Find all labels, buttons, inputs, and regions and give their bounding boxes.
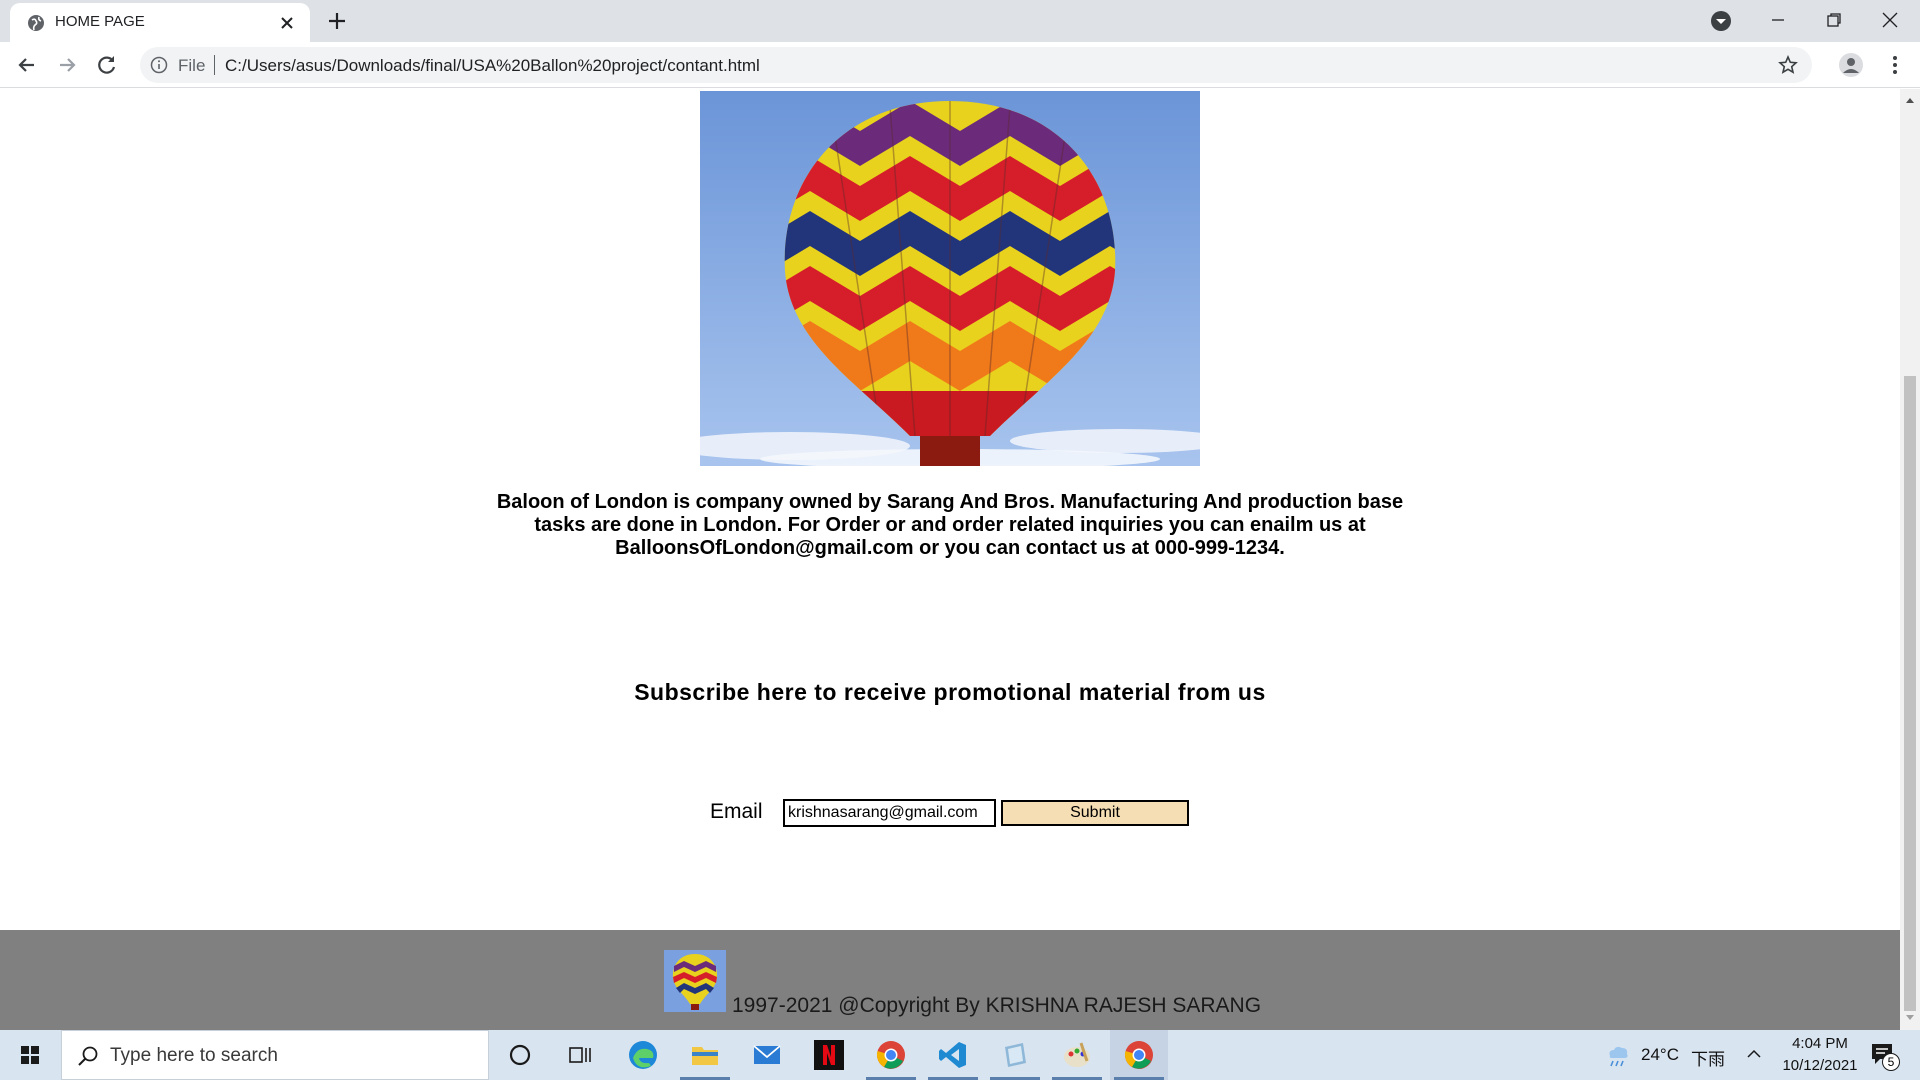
close-icon (1882, 12, 1898, 28)
paint-icon (1064, 1042, 1090, 1067)
scroll-up-arrow-icon[interactable] (1900, 93, 1920, 107)
balloon-logo (664, 950, 726, 1012)
weather-condition[interactable]: 下雨 (1691, 1045, 1725, 1070)
page-viewport: Baloon of London is company owned by Sar… (0, 89, 1900, 1030)
clock-time[interactable]: 4:04 PM (1780, 1035, 1860, 1052)
tab-search-icon[interactable] (1710, 10, 1732, 32)
taskbar-mail[interactable] (738, 1030, 796, 1080)
minimize-button[interactable] (1750, 0, 1806, 40)
task-view-button[interactable] (551, 1030, 609, 1080)
url-text[interactable]: C:/Users/asus/Downloads/final/USA%20Ball… (225, 56, 760, 76)
windows-taskbar: Type here to search 24°C 下雨 4:04 PM 10/1… (0, 1030, 1920, 1080)
weather-temperature[interactable]: 24°C (1641, 1045, 1679, 1065)
tab-title: HOME PAGE (55, 13, 145, 30)
email-label: Email (710, 800, 763, 823)
folder-icon (692, 1047, 718, 1065)
taskbar-vscode[interactable] (924, 1030, 982, 1080)
hot-air-balloon-image (700, 91, 1200, 466)
taskbar-chrome[interactable] (862, 1030, 920, 1080)
edge-browser-icon (629, 1041, 657, 1069)
cortana-icon (509, 1044, 531, 1066)
restore-icon (1827, 13, 1841, 27)
scheme-label: File (178, 56, 206, 75)
email-field[interactable] (783, 799, 996, 827)
weather-rain-icon[interactable] (1603, 1042, 1631, 1070)
bookmark-star-icon[interactable] (1778, 55, 1798, 75)
browser-menu-icon[interactable] (1882, 52, 1908, 78)
address-bar[interactable]: File C:/Users/asus/Downloads/final/USA%2… (140, 47, 1812, 83)
taskbar-search-box[interactable]: Type here to search (61, 1030, 489, 1080)
mail-icon (753, 1045, 781, 1064)
url-separator (214, 55, 215, 75)
taskbar-netflix[interactable] (800, 1030, 858, 1080)
minimize-icon (1772, 19, 1784, 21)
browser-toolbar: File C:/Users/asus/Downloads/final/USA%2… (0, 42, 1920, 88)
subscribe-heading: Subscribe here to receive promotional ma… (634, 679, 1266, 705)
chrome-icon (876, 1041, 905, 1069)
notification-count-badge: 5 (1882, 1053, 1900, 1071)
new-tab-icon[interactable] (325, 9, 349, 33)
search-icon (78, 1046, 98, 1066)
tab-strip: HOME PAGE (0, 0, 1920, 42)
tab-home-page[interactable]: HOME PAGE (10, 3, 310, 42)
scroll-down-arrow-icon[interactable] (1900, 1011, 1920, 1025)
company-description: Baloon of London is company owned by Sar… (496, 491, 1404, 559)
search-placeholder: Type here to search (110, 1045, 278, 1066)
clock-date[interactable]: 10/12/2021 (1770, 1057, 1870, 1074)
submit-button[interactable]: Submit (1001, 800, 1189, 826)
taskbar-chrome-active[interactable] (1110, 1030, 1168, 1080)
taskbar-paint[interactable] (1048, 1030, 1106, 1080)
cortana-button[interactable] (491, 1030, 549, 1080)
action-center-button[interactable]: 5 (1868, 1040, 1904, 1072)
chrome-icon (1124, 1041, 1153, 1069)
close-window-button[interactable] (1862, 0, 1918, 40)
reload-icon[interactable] (94, 52, 120, 78)
taskbar-file-explorer[interactable] (676, 1030, 734, 1080)
globe-icon (28, 15, 44, 31)
taskbar-edge[interactable] (614, 1030, 672, 1080)
netflix-icon (814, 1040, 844, 1070)
vscode-icon (939, 1042, 966, 1068)
restore-button[interactable] (1806, 0, 1862, 40)
chevron-up-icon[interactable] (1745, 1045, 1763, 1063)
profile-avatar-icon[interactable] (1838, 52, 1864, 78)
scrollbar-thumb[interactable] (1904, 376, 1916, 1011)
taskbar-app-blue[interactable] (986, 1030, 1044, 1080)
task-view-icon (569, 1047, 591, 1063)
back-icon[interactable] (14, 52, 40, 78)
page-footer: 1997-2021 @Copyright By KRISHNA RAJESH S… (0, 930, 1900, 1030)
page-scrollbar[interactable] (1900, 89, 1920, 1030)
info-icon[interactable] (150, 56, 168, 74)
forward-icon[interactable] (54, 52, 80, 78)
close-tab-icon[interactable] (276, 12, 298, 34)
app-icon (1005, 1043, 1026, 1067)
windows-start-icon[interactable] (10, 1040, 50, 1070)
copyright-text: 1997-2021 @Copyright By KRISHNA RAJESH S… (732, 994, 1262, 1017)
